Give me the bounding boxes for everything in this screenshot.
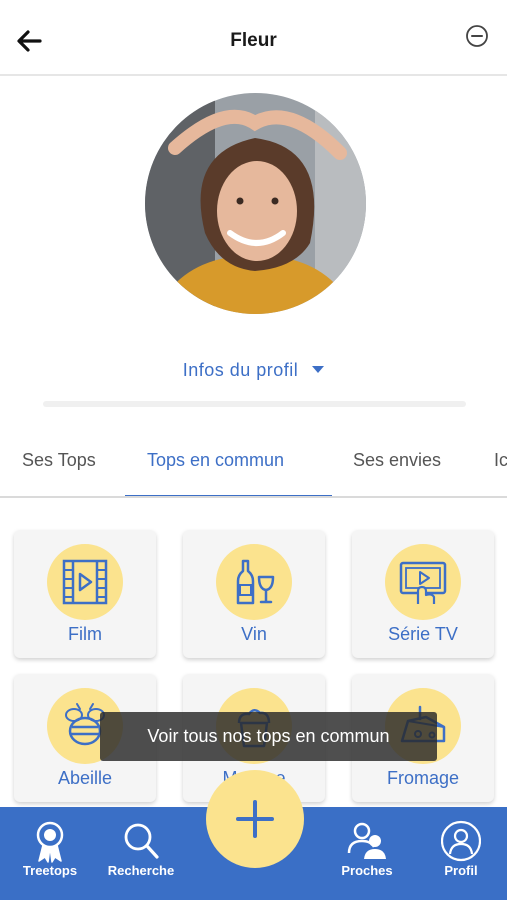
- tab-ses-envies[interactable]: Ses envies: [353, 450, 441, 471]
- profile-info-toggle[interactable]: Infos du profil: [0, 360, 507, 381]
- nav-label: Recherche: [107, 863, 175, 878]
- icon-circle: [216, 544, 292, 620]
- profile-info-label: Infos du profil: [182, 360, 299, 380]
- profile-icon: [441, 820, 481, 862]
- category-label: Abeille: [57, 768, 113, 788]
- nav-item-treetops[interactable]: Treetops: [0, 807, 100, 900]
- film-icon: [62, 559, 108, 605]
- toast-see-all-common-tops[interactable]: Voir tous nos tops en commun: [100, 712, 437, 761]
- add-button[interactable]: [206, 770, 304, 868]
- caret-down-icon: [312, 365, 325, 373]
- icon-circle: [47, 544, 123, 620]
- category-label: Série TV: [388, 624, 458, 644]
- nav-item-profil[interactable]: Profil: [411, 807, 507, 900]
- people-icon: [347, 822, 386, 859]
- nav-label: Treetops: [22, 863, 78, 878]
- nav-item-recherche[interactable]: Recherche: [91, 807, 191, 900]
- category-label: Film: [68, 624, 102, 644]
- icon-circle: [385, 544, 461, 620]
- nav-item-proches[interactable]: Proches: [317, 807, 417, 900]
- category-label: Vin: [241, 624, 267, 644]
- category-card-vin[interactable]: Vin: [183, 530, 325, 658]
- tab-ses-tops[interactable]: Ses Tops: [22, 450, 96, 471]
- divider: [43, 401, 466, 407]
- tab-tops-en-commun[interactable]: Tops en commun: [147, 450, 284, 471]
- category-label: Fromage: [386, 768, 460, 788]
- tab-bar: Ses Tops Tops en commun Ses envies Ic: [0, 430, 507, 498]
- active-tab-indicator: [125, 495, 332, 496]
- plus-icon: [236, 800, 274, 838]
- wine-icon: [236, 559, 275, 605]
- nav-label: Proches: [341, 863, 393, 878]
- award-ribbon-icon: [36, 821, 64, 863]
- minus-circle-icon[interactable]: [465, 24, 489, 48]
- nav-label: Profil: [444, 863, 478, 878]
- page-title: Fleur: [230, 30, 277, 51]
- top-app-bar: Fleur: [0, 0, 507, 76]
- category-card-film[interactable]: Film: [14, 530, 156, 658]
- tab-partial[interactable]: Ic: [494, 450, 507, 471]
- search-icon: [124, 823, 159, 859]
- avatar[interactable]: [145, 93, 366, 314]
- category-card-serie-tv[interactable]: Série TV: [352, 530, 494, 658]
- tv-series-icon: [399, 561, 447, 604]
